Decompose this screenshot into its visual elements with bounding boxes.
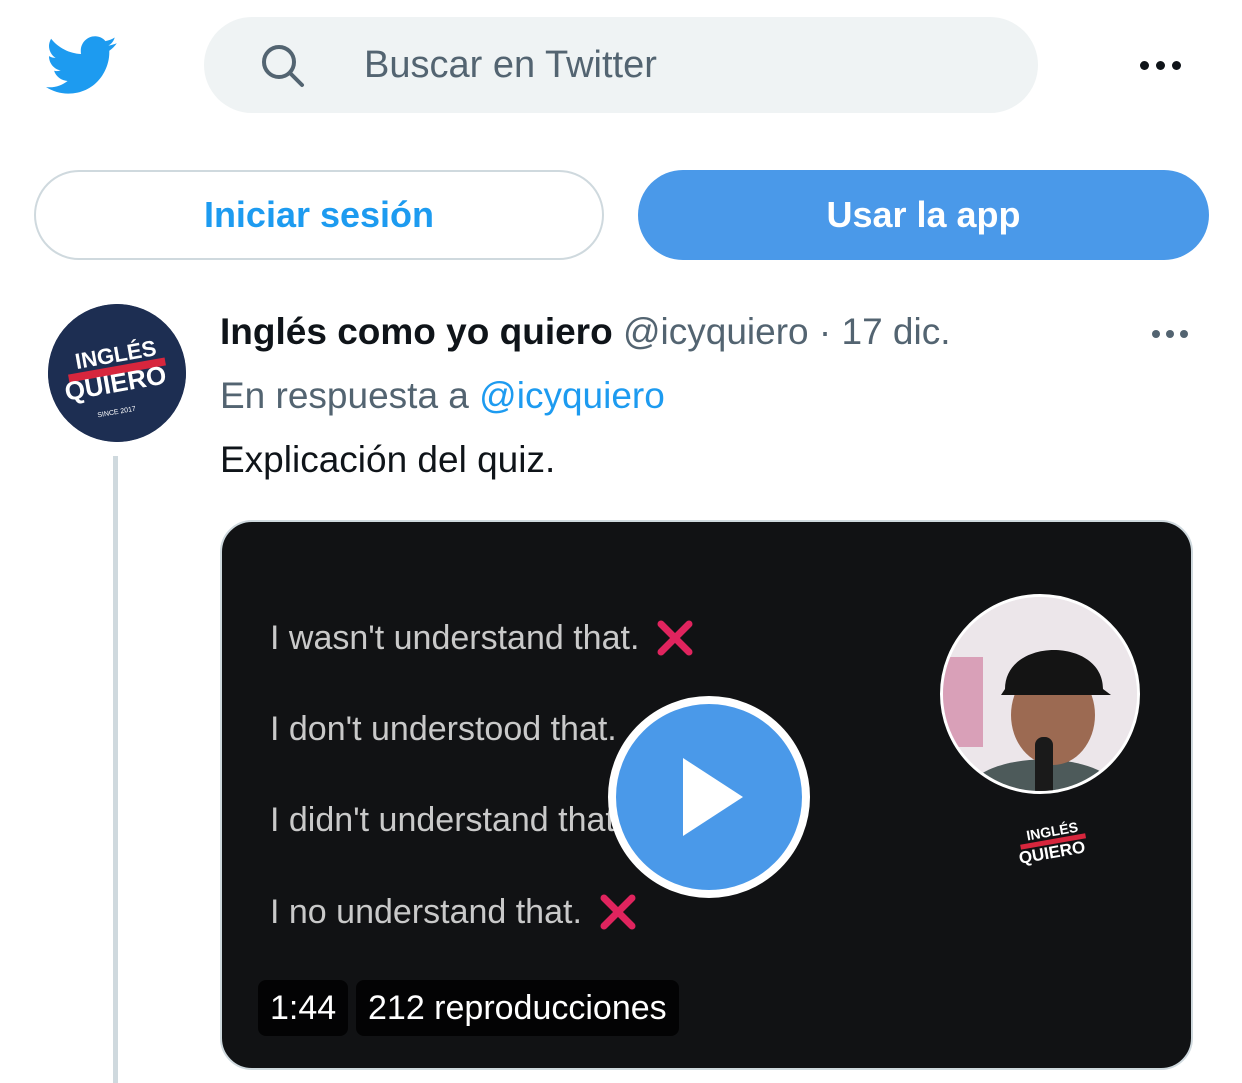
tweet-more-icon[interactable] xyxy=(1140,312,1200,356)
author-handle[interactable]: @icyquiero xyxy=(623,311,809,352)
reply-handle-link[interactable]: @icyquiero xyxy=(479,375,665,416)
x-mark-icon xyxy=(600,894,636,930)
view-count: 212 reproducciones xyxy=(356,980,679,1036)
quiz-line-4: I no understand that. xyxy=(270,892,638,932)
brand-logo-small: INGLÉS QUIERO xyxy=(1008,814,1098,874)
tweet-header: Inglés como yo quiero @icyquiero · 17 di… xyxy=(220,308,951,356)
quiz-line-3: I didn't understand that. xyxy=(270,801,624,840)
quiz-text: I don't understood that. xyxy=(270,710,617,748)
login-button[interactable]: Iniciar sesión xyxy=(34,170,604,260)
tweet-date[interactable]: 17 dic. xyxy=(842,311,951,352)
quiz-line-1: I wasn't understand that. xyxy=(270,618,695,658)
reply-prefix: En respuesta a xyxy=(220,375,469,416)
use-app-button[interactable]: Usar la app xyxy=(638,170,1209,260)
quiz-text: I no understand that. xyxy=(270,892,582,931)
twitter-bird-icon[interactable] xyxy=(46,36,118,96)
thread-line xyxy=(113,456,118,1083)
top-bar xyxy=(0,0,1242,134)
quiz-line-2: I don't understood that. xyxy=(270,710,617,749)
reply-context: En respuesta a @icyquiero xyxy=(220,372,665,420)
play-button[interactable] xyxy=(608,696,810,898)
search-input[interactable] xyxy=(364,39,1004,91)
avatar[interactable]: INGLÉS QUIERO SINCE 2017 xyxy=(48,304,186,442)
search-bar[interactable] xyxy=(204,17,1038,113)
presenter-camera-image xyxy=(940,594,1140,794)
brand-logo: INGLÉS QUIERO SINCE 2017 xyxy=(48,304,186,442)
video-duration: 1:44 xyxy=(258,980,349,1036)
more-horizontal-icon[interactable] xyxy=(1130,40,1190,90)
play-icon xyxy=(683,758,743,836)
tweet-text: Explicación del quiz. xyxy=(220,439,556,480)
author-name[interactable]: Inglés como yo quiero xyxy=(220,311,613,352)
quiz-text: I wasn't understand that. xyxy=(270,618,640,657)
separator: · xyxy=(818,311,832,352)
video-player[interactable]: I wasn't understand that. I don't unders… xyxy=(220,520,1193,1070)
search-icon xyxy=(258,41,308,91)
quiz-text: I didn't understand that. xyxy=(270,801,625,839)
x-mark-icon xyxy=(657,620,693,656)
